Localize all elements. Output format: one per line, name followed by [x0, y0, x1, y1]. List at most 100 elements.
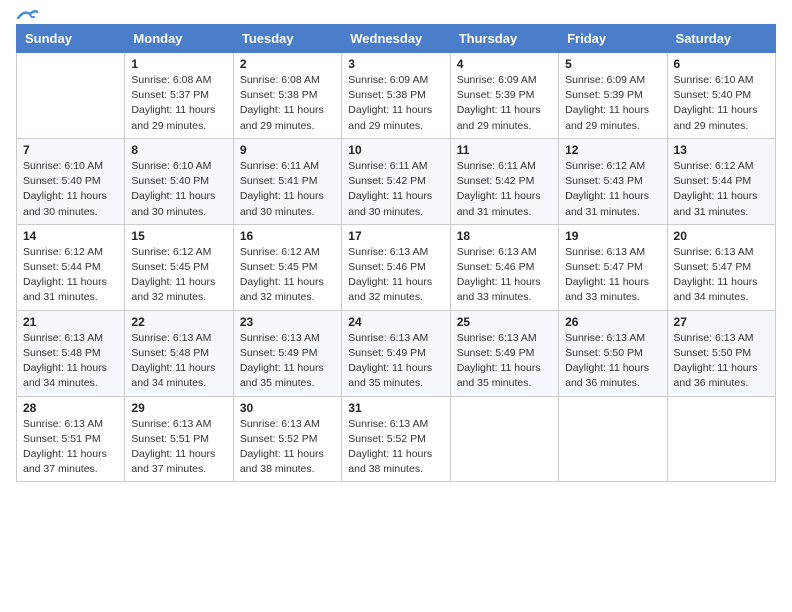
- day-number: 8: [131, 143, 226, 157]
- sun-info: Sunrise: 6:11 AMSunset: 5:42 PMDaylight:…: [348, 160, 432, 218]
- calendar-cell: [450, 396, 558, 482]
- calendar-cell: 27 Sunrise: 6:13 AMSunset: 5:50 PMDaylig…: [667, 310, 775, 396]
- calendar-cell: 20 Sunrise: 6:13 AMSunset: 5:47 PMDaylig…: [667, 224, 775, 310]
- day-number: 30: [240, 401, 335, 415]
- calendar-week-3: 14 Sunrise: 6:12 AMSunset: 5:44 PMDaylig…: [17, 224, 776, 310]
- sun-info: Sunrise: 6:13 AMSunset: 5:52 PMDaylight:…: [348, 418, 432, 476]
- sun-info: Sunrise: 6:13 AMSunset: 5:51 PMDaylight:…: [131, 418, 215, 476]
- calendar-cell: 2 Sunrise: 6:08 AMSunset: 5:38 PMDayligh…: [233, 53, 341, 139]
- day-number: 29: [131, 401, 226, 415]
- calendar-cell: 15 Sunrise: 6:12 AMSunset: 5:45 PMDaylig…: [125, 224, 233, 310]
- sun-info: Sunrise: 6:09 AMSunset: 5:38 PMDaylight:…: [348, 74, 432, 132]
- day-number: 27: [674, 315, 769, 329]
- sun-info: Sunrise: 6:12 AMSunset: 5:44 PMDaylight:…: [674, 160, 758, 218]
- day-header-thursday: Thursday: [450, 25, 558, 53]
- day-number: 23: [240, 315, 335, 329]
- sun-info: Sunrise: 6:13 AMSunset: 5:49 PMDaylight:…: [457, 332, 541, 390]
- sun-info: Sunrise: 6:13 AMSunset: 5:49 PMDaylight:…: [348, 332, 432, 390]
- calendar-header-row: SundayMondayTuesdayWednesdayThursdayFrid…: [17, 25, 776, 53]
- sun-info: Sunrise: 6:13 AMSunset: 5:48 PMDaylight:…: [23, 332, 107, 390]
- sun-info: Sunrise: 6:13 AMSunset: 5:47 PMDaylight:…: [674, 246, 758, 304]
- calendar-week-4: 21 Sunrise: 6:13 AMSunset: 5:48 PMDaylig…: [17, 310, 776, 396]
- calendar-cell: 9 Sunrise: 6:11 AMSunset: 5:41 PMDayligh…: [233, 138, 341, 224]
- calendar-cell: [667, 396, 775, 482]
- sun-info: Sunrise: 6:13 AMSunset: 5:50 PMDaylight:…: [565, 332, 649, 390]
- day-number: 22: [131, 315, 226, 329]
- day-number: 20: [674, 229, 769, 243]
- calendar-cell: 28 Sunrise: 6:13 AMSunset: 5:51 PMDaylig…: [17, 396, 125, 482]
- calendar-week-1: 1 Sunrise: 6:08 AMSunset: 5:37 PMDayligh…: [17, 53, 776, 139]
- sun-info: Sunrise: 6:12 AMSunset: 5:44 PMDaylight:…: [23, 246, 107, 304]
- calendar-cell: 7 Sunrise: 6:10 AMSunset: 5:40 PMDayligh…: [17, 138, 125, 224]
- day-number: 6: [674, 57, 769, 71]
- day-number: 19: [565, 229, 660, 243]
- day-number: 12: [565, 143, 660, 157]
- calendar-cell: 10 Sunrise: 6:11 AMSunset: 5:42 PMDaylig…: [342, 138, 450, 224]
- calendar-cell: 21 Sunrise: 6:13 AMSunset: 5:48 PMDaylig…: [17, 310, 125, 396]
- day-number: 28: [23, 401, 118, 415]
- sun-info: Sunrise: 6:13 AMSunset: 5:48 PMDaylight:…: [131, 332, 215, 390]
- day-number: 10: [348, 143, 443, 157]
- sun-info: Sunrise: 6:08 AMSunset: 5:37 PMDaylight:…: [131, 74, 215, 132]
- calendar-cell: 11 Sunrise: 6:11 AMSunset: 5:42 PMDaylig…: [450, 138, 558, 224]
- calendar-table: SundayMondayTuesdayWednesdayThursdayFrid…: [16, 24, 776, 482]
- day-number: 11: [457, 143, 552, 157]
- calendar-cell: 30 Sunrise: 6:13 AMSunset: 5:52 PMDaylig…: [233, 396, 341, 482]
- calendar-cell: 14 Sunrise: 6:12 AMSunset: 5:44 PMDaylig…: [17, 224, 125, 310]
- calendar-week-5: 28 Sunrise: 6:13 AMSunset: 5:51 PMDaylig…: [17, 396, 776, 482]
- day-header-sunday: Sunday: [17, 25, 125, 53]
- calendar-cell: 19 Sunrise: 6:13 AMSunset: 5:47 PMDaylig…: [559, 224, 667, 310]
- calendar-cell: [17, 53, 125, 139]
- sun-info: Sunrise: 6:11 AMSunset: 5:42 PMDaylight:…: [457, 160, 541, 218]
- sun-info: Sunrise: 6:13 AMSunset: 5:51 PMDaylight:…: [23, 418, 107, 476]
- day-number: 25: [457, 315, 552, 329]
- sun-info: Sunrise: 6:08 AMSunset: 5:38 PMDaylight:…: [240, 74, 324, 132]
- day-number: 18: [457, 229, 552, 243]
- day-number: 21: [23, 315, 118, 329]
- day-number: 7: [23, 143, 118, 157]
- calendar-cell: 1 Sunrise: 6:08 AMSunset: 5:37 PMDayligh…: [125, 53, 233, 139]
- sun-info: Sunrise: 6:12 AMSunset: 5:45 PMDaylight:…: [131, 246, 215, 304]
- calendar-cell: 22 Sunrise: 6:13 AMSunset: 5:48 PMDaylig…: [125, 310, 233, 396]
- day-header-saturday: Saturday: [667, 25, 775, 53]
- calendar-cell: 24 Sunrise: 6:13 AMSunset: 5:49 PMDaylig…: [342, 310, 450, 396]
- day-number: 3: [348, 57, 443, 71]
- day-number: 17: [348, 229, 443, 243]
- calendar-cell: 3 Sunrise: 6:09 AMSunset: 5:38 PMDayligh…: [342, 53, 450, 139]
- day-number: 2: [240, 57, 335, 71]
- day-header-wednesday: Wednesday: [342, 25, 450, 53]
- calendar-cell: 6 Sunrise: 6:10 AMSunset: 5:40 PMDayligh…: [667, 53, 775, 139]
- calendar-cell: 31 Sunrise: 6:13 AMSunset: 5:52 PMDaylig…: [342, 396, 450, 482]
- day-number: 16: [240, 229, 335, 243]
- calendar-cell: 29 Sunrise: 6:13 AMSunset: 5:51 PMDaylig…: [125, 396, 233, 482]
- sun-info: Sunrise: 6:12 AMSunset: 5:43 PMDaylight:…: [565, 160, 649, 218]
- sun-info: Sunrise: 6:13 AMSunset: 5:50 PMDaylight:…: [674, 332, 758, 390]
- sun-info: Sunrise: 6:13 AMSunset: 5:46 PMDaylight:…: [348, 246, 432, 304]
- sun-info: Sunrise: 6:12 AMSunset: 5:45 PMDaylight:…: [240, 246, 324, 304]
- day-number: 5: [565, 57, 660, 71]
- calendar-cell: [559, 396, 667, 482]
- sun-info: Sunrise: 6:13 AMSunset: 5:49 PMDaylight:…: [240, 332, 324, 390]
- calendar-cell: 8 Sunrise: 6:10 AMSunset: 5:40 PMDayligh…: [125, 138, 233, 224]
- calendar-cell: 18 Sunrise: 6:13 AMSunset: 5:46 PMDaylig…: [450, 224, 558, 310]
- sun-info: Sunrise: 6:11 AMSunset: 5:41 PMDaylight:…: [240, 160, 324, 218]
- logo-bird-icon: [16, 8, 38, 24]
- day-number: 24: [348, 315, 443, 329]
- sun-info: Sunrise: 6:13 AMSunset: 5:52 PMDaylight:…: [240, 418, 324, 476]
- calendar-cell: 12 Sunrise: 6:12 AMSunset: 5:43 PMDaylig…: [559, 138, 667, 224]
- day-header-tuesday: Tuesday: [233, 25, 341, 53]
- sun-info: Sunrise: 6:10 AMSunset: 5:40 PMDaylight:…: [674, 74, 758, 132]
- day-header-friday: Friday: [559, 25, 667, 53]
- sun-info: Sunrise: 6:09 AMSunset: 5:39 PMDaylight:…: [565, 74, 649, 132]
- calendar-cell: 25 Sunrise: 6:13 AMSunset: 5:49 PMDaylig…: [450, 310, 558, 396]
- day-number: 13: [674, 143, 769, 157]
- sun-info: Sunrise: 6:13 AMSunset: 5:46 PMDaylight:…: [457, 246, 541, 304]
- sun-info: Sunrise: 6:09 AMSunset: 5:39 PMDaylight:…: [457, 74, 541, 132]
- day-header-monday: Monday: [125, 25, 233, 53]
- day-number: 14: [23, 229, 118, 243]
- sun-info: Sunrise: 6:13 AMSunset: 5:47 PMDaylight:…: [565, 246, 649, 304]
- day-number: 9: [240, 143, 335, 157]
- calendar-cell: 16 Sunrise: 6:12 AMSunset: 5:45 PMDaylig…: [233, 224, 341, 310]
- sun-info: Sunrise: 6:10 AMSunset: 5:40 PMDaylight:…: [23, 160, 107, 218]
- calendar-week-2: 7 Sunrise: 6:10 AMSunset: 5:40 PMDayligh…: [17, 138, 776, 224]
